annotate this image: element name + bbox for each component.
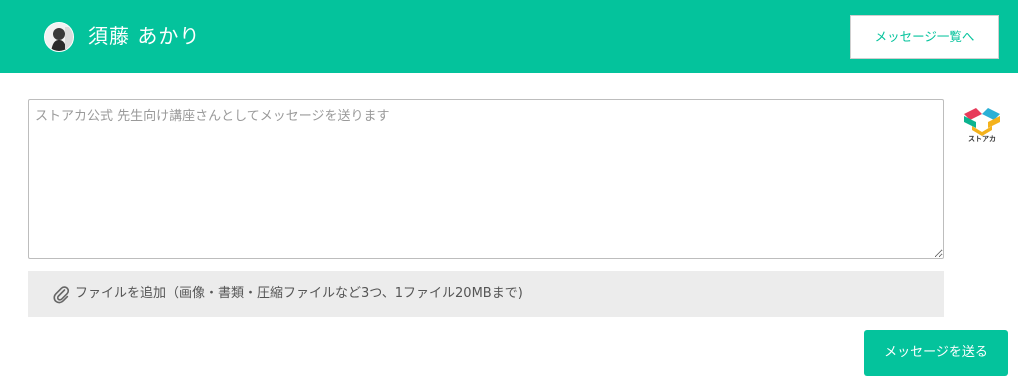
avatar-image: [45, 23, 73, 51]
add-file-label: ファイルを追加（画像・書類・圧縮ファイルなど3つ、1ファイル20MBまで): [75, 286, 523, 301]
user-name: 須藤 あかり: [88, 24, 201, 48]
top-header: 須藤 あかり メッセージ一覧へ: [0, 0, 1018, 73]
add-file-bar[interactable]: ファイルを追加（画像・書類・圧縮ファイルなど3つ、1ファイル20MBまで): [28, 271, 944, 317]
brand-logo-text: ストアカ: [968, 135, 996, 143]
message-input[interactable]: [28, 99, 944, 259]
message-list-button[interactable]: メッセージ一覧へ: [850, 15, 999, 59]
send-message-button[interactable]: メッセージを送る: [864, 330, 1008, 376]
avatar[interactable]: [44, 22, 74, 52]
paperclip-icon: [53, 286, 70, 304]
